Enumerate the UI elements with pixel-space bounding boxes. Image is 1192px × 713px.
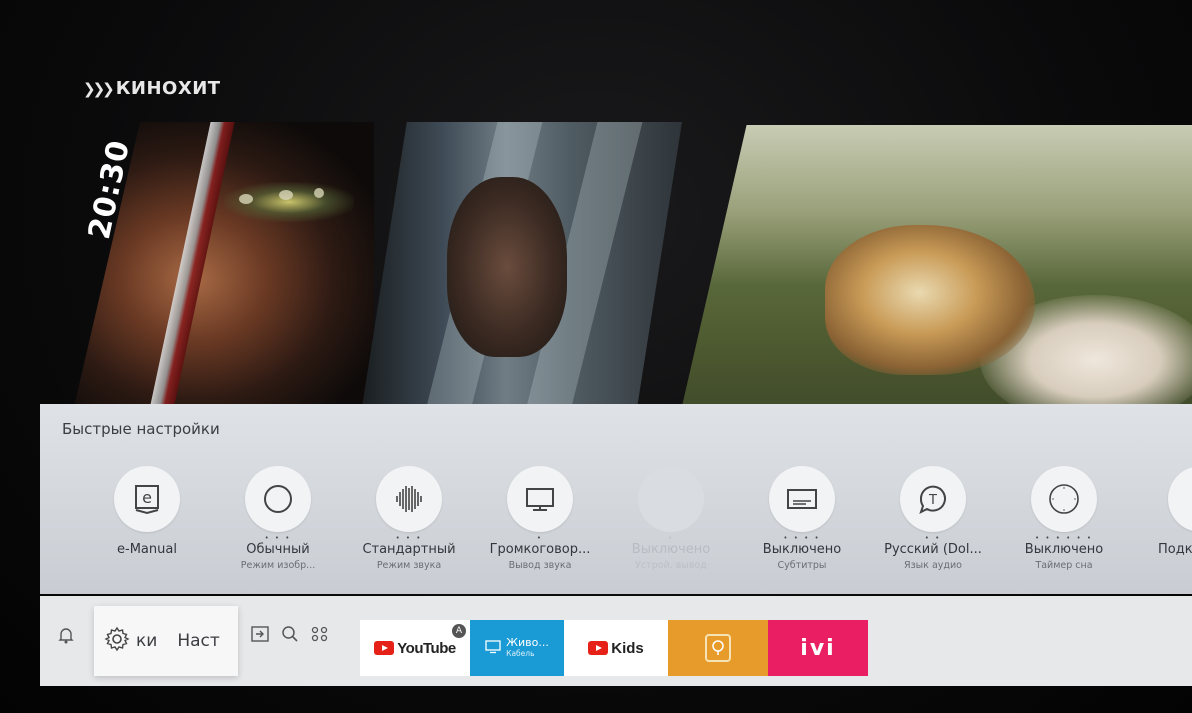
app-tile-youtube[interactable]: YouTube A <box>360 620 470 676</box>
quick-settings-title: Быстрые настройки <box>62 420 220 438</box>
qs-output-device[interactable]: • Выключено Устрой. вывод <box>606 466 736 571</box>
settings-label-right: Наст <box>177 631 220 651</box>
gear-icon <box>104 626 130 656</box>
qs-partial-item[interactable]: Подк <box>1130 466 1192 557</box>
clock-timer-icon <box>1031 466 1097 532</box>
app-tile-youtube-kids[interactable]: Kids <box>564 620 668 676</box>
channel-arrows-icon: ❯❯❯ <box>83 79 115 98</box>
tv-icon <box>485 639 501 658</box>
disabled-icon <box>638 466 704 532</box>
update-badge: A <box>452 624 466 638</box>
channel-name: КИНОХИТ <box>115 78 221 99</box>
partial-icon <box>1168 466 1192 532</box>
tv-speaker-icon <box>507 466 573 532</box>
circle-icon <box>245 466 311 532</box>
qs-e-manual[interactable]: e e-Manual <box>82 466 212 560</box>
qs-audio-language[interactable]: T • • Русский (Dol... Язык аудио <box>868 466 998 571</box>
bell-icon[interactable] <box>58 626 74 648</box>
app-tile-orange[interactable] <box>668 620 768 676</box>
home-bar: ки Наст YouTube A Живо... Кабель Kids iv… <box>40 596 1192 686</box>
youtube-kids-play-icon <box>588 641 609 655</box>
apps-icon[interactable] <box>310 624 330 648</box>
channel-logo: ❯❯❯ КИНОХИТ <box>83 78 221 99</box>
settings-button[interactable]: ки Наст <box>94 606 238 676</box>
app-tile-ivi[interactable]: ivi <box>768 620 868 676</box>
youtube-play-icon <box>374 641 395 655</box>
search-icon[interactable] <box>280 624 300 648</box>
app-tile-live-tv[interactable]: Живо... Кабель <box>470 620 564 676</box>
home-bar-icons <box>250 624 330 648</box>
settings-label-left: ки <box>136 631 158 651</box>
svg-text:T: T <box>928 493 937 508</box>
video-panel-2 <box>362 122 682 407</box>
tv-screen: ❯❯❯ КИНОХИТ 20:30 Быстрые настройки e e-… <box>0 0 1192 713</box>
svg-text:e: e <box>142 488 152 507</box>
qs-sleep-timer[interactable]: • • • • • • Выключено Таймер сна <box>999 466 1129 571</box>
audio-language-icon: T <box>900 466 966 532</box>
subtitles-icon <box>769 466 835 532</box>
qs-subtitles[interactable]: • • • • Выключено Субтитры <box>737 466 867 571</box>
source-icon[interactable] <box>250 624 270 648</box>
qs-sound-mode[interactable]: • • • Стандартный Режим звука <box>344 466 474 571</box>
video-panel-3 <box>680 125 1192 415</box>
qs-sound-output[interactable]: • Громкоговор... Вывод звука <box>475 466 605 571</box>
quick-settings-panel: Быстрые настройки e e-Manual • • • Обычн… <box>40 404 1192 594</box>
sound-wave-icon <box>376 466 442 532</box>
e-manual-icon: e <box>114 466 180 532</box>
qs-picture-mode[interactable]: • • • Обычный Режим изобр... <box>213 466 343 571</box>
app-logo-icon <box>705 634 731 662</box>
